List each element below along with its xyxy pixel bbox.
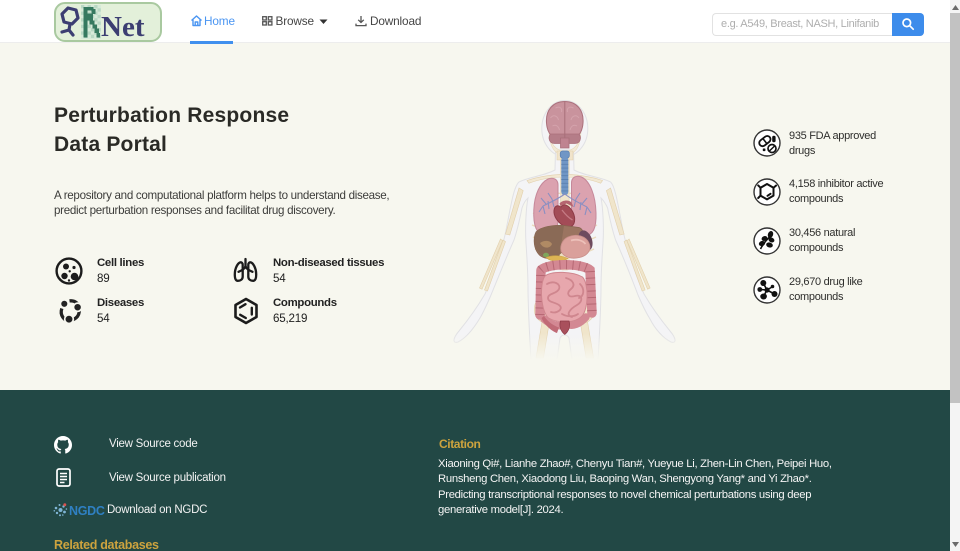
svg-text:Net: Net (101, 11, 145, 40)
